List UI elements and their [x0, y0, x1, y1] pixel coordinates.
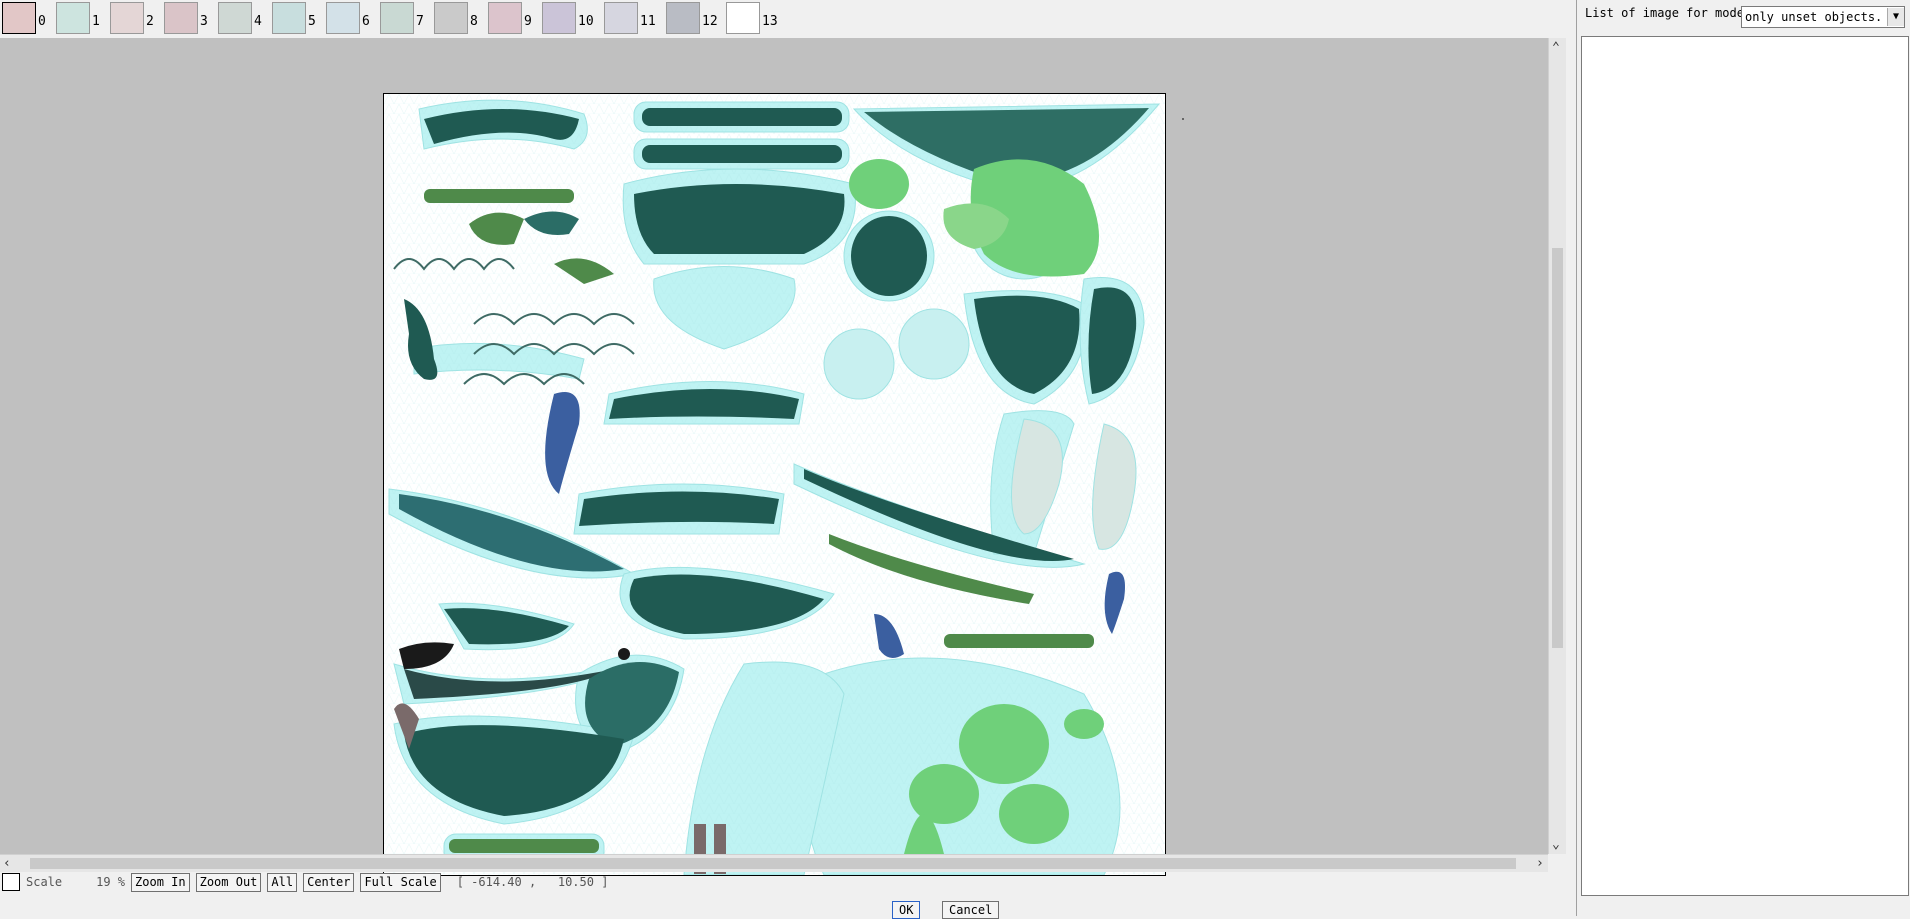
- image-list-label: List of image for model.: [1585, 6, 1759, 20]
- texture-thumbnail: [110, 2, 144, 34]
- cursor-coordinates: [ -614.40 , 10.50 ]: [456, 875, 609, 889]
- texture-thumbnail: [488, 2, 522, 34]
- texture-tab-2[interactable]: 2: [110, 2, 154, 34]
- texture-tab-10[interactable]: 10: [542, 2, 594, 34]
- texture-tab-8[interactable]: 8: [434, 2, 478, 34]
- texture-tab-4[interactable]: 4: [218, 2, 262, 34]
- texture-thumbnail: [380, 2, 414, 34]
- texture-tab-0[interactable]: 0: [2, 2, 46, 34]
- texture-viewport[interactable]: [0, 38, 1548, 876]
- vertical-scrollbar[interactable]: ⌃ ⌄: [1548, 38, 1566, 854]
- scale-value: 19 %: [96, 875, 126, 889]
- texture-thumbnail: [542, 2, 576, 34]
- horizontal-scroll-thumb[interactable]: [30, 858, 1516, 869]
- texture-thumbnail: [726, 2, 760, 34]
- uv-texture-canvas[interactable]: [383, 93, 1166, 876]
- texture-tab-3[interactable]: 3: [164, 2, 208, 34]
- texture-thumbnail: [2, 2, 36, 34]
- scroll-up-icon[interactable]: ⌃: [1552, 41, 1560, 54]
- texture-thumbnail: [434, 2, 468, 34]
- texture-tab-12[interactable]: 12: [666, 2, 718, 34]
- texture-thumbnail: [326, 2, 360, 34]
- texture-tab-11[interactable]: 11: [604, 2, 656, 34]
- full-scale-button[interactable]: Full Scale: [360, 872, 441, 892]
- chevron-down-icon[interactable]: ▼: [1887, 8, 1904, 26]
- texture-thumbnail: [218, 2, 252, 34]
- all-button[interactable]: All: [267, 872, 298, 892]
- zoom-out-button[interactable]: Zoom Out: [195, 872, 262, 892]
- texture-thumbnail: [272, 2, 306, 34]
- texture-tab-6[interactable]: 6: [326, 2, 370, 34]
- texture-tab-9[interactable]: 9: [488, 2, 532, 34]
- texture-tab-strip: 0 1 2 3 4 5 6 7 8 9 10 11 12 13: [0, 0, 1567, 36]
- cancel-button[interactable]: Cancel: [942, 901, 1000, 919]
- canvas-marker: [1182, 118, 1184, 120]
- texture-tab-7[interactable]: 7: [380, 2, 424, 34]
- object-filter-select[interactable]: only unset objects. ▼: [1741, 6, 1905, 28]
- image-list[interactable]: [1581, 36, 1909, 896]
- scroll-right-icon[interactable]: ›: [1536, 857, 1544, 870]
- scale-label: Scale: [26, 875, 63, 889]
- scroll-left-icon[interactable]: ‹: [3, 857, 11, 870]
- texture-thumbnail: [164, 2, 198, 34]
- center-button[interactable]: Center: [303, 872, 355, 892]
- color-swatch[interactable]: [2, 873, 20, 891]
- texture-thumbnail: [604, 2, 638, 34]
- texture-tab-5[interactable]: 5: [272, 2, 316, 34]
- zoom-in-button[interactable]: Zoom In: [131, 872, 190, 892]
- vertical-scroll-thumb[interactable]: [1552, 248, 1563, 648]
- horizontal-scrollbar[interactable]: ‹ ›: [0, 854, 1548, 872]
- texture-thumbnail: [666, 2, 700, 34]
- right-panel: List of image for model. only unset obje…: [1576, 0, 1910, 916]
- texture-thumbnail: [56, 2, 90, 34]
- ok-button[interactable]: OK: [892, 901, 921, 919]
- scroll-down-icon[interactable]: ⌄: [1552, 838, 1560, 851]
- texture-tab-1[interactable]: 1: [56, 2, 100, 34]
- status-bar: Scale 19 % Zoom In Zoom Out All Center F…: [0, 871, 1567, 893]
- object-filter-value: only unset objects.: [1745, 10, 1883, 24]
- uv-texture-image: [384, 94, 1165, 875]
- texture-tab-13[interactable]: 13: [726, 2, 778, 34]
